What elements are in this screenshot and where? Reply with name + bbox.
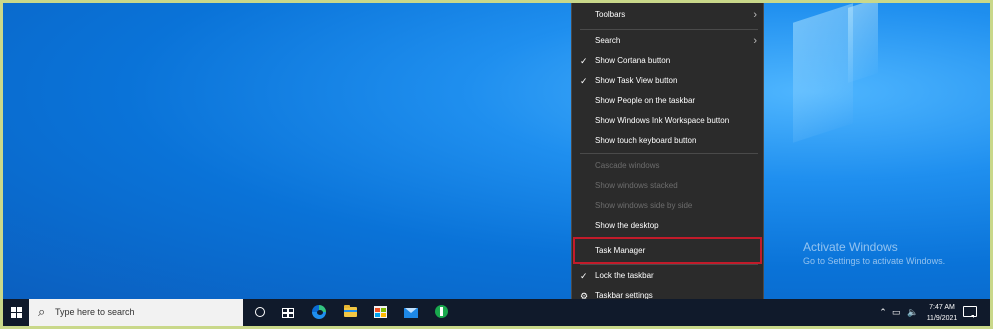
taskbar[interactable]: ⌕ Type here to search ⌃ ▭ 🔈 7:47 AM 11/9…: [3, 299, 990, 326]
menu-item-show-task-view-button[interactable]: ✓ Show Task View button: [572, 72, 763, 90]
menu-item-label: Show touch keyboard button: [595, 136, 697, 145]
windows-logo-icon: [11, 307, 22, 318]
checkmark-icon: ✓: [580, 56, 588, 66]
activate-windows-watermark: Activate Windows Go to Settings to activ…: [803, 240, 945, 266]
mail-taskbar-button[interactable]: [398, 299, 424, 326]
cortana-icon: [255, 307, 265, 317]
menu-separator: [580, 153, 758, 154]
search-placeholder: Type here to search: [55, 307, 135, 317]
menu-item-label: Show Windows Ink Workspace button: [595, 116, 730, 125]
file-explorer-icon: [344, 305, 357, 317]
store-icon: [374, 306, 387, 318]
desktop[interactable]: Activate Windows Go to Settings to activ…: [3, 3, 990, 299]
watermark-title: Activate Windows: [803, 240, 898, 254]
menu-item-label: Show Task View button: [595, 76, 678, 85]
taskbar-clock[interactable]: 7:47 AM 11/9/2021: [922, 302, 962, 324]
clock-date: 11/9/2021: [926, 315, 958, 322]
clock-time: 7:47 AM: [929, 304, 955, 311]
file-explorer-taskbar-button[interactable]: [337, 299, 363, 326]
menu-item-show-ink-workspace[interactable]: Show Windows Ink Workspace button: [572, 112, 763, 130]
volume-button[interactable]: 🔈: [907, 299, 921, 326]
menu-item-label: Cascade windows: [595, 161, 660, 170]
store-taskbar-button[interactable]: [367, 299, 393, 326]
menu-separator: [580, 264, 758, 265]
search-icon: ⌕: [38, 304, 46, 319]
screen: Activate Windows Go to Settings to activ…: [3, 3, 990, 326]
wallpaper-light-shard: [848, 3, 878, 83]
show-hidden-icons-button[interactable]: ⌃: [877, 299, 889, 326]
start-button[interactable]: [3, 299, 29, 326]
network-icon: ▭: [892, 307, 901, 317]
menu-item-label: Lock the taskbar: [595, 271, 654, 280]
menu-item-label: Search: [595, 36, 621, 45]
notification-center-icon[interactable]: [963, 306, 977, 318]
menu-item-show-cortana-button[interactable]: ✓ Show Cortana button: [572, 52, 763, 70]
taskbar-search-box[interactable]: ⌕ Type here to search: [29, 299, 243, 326]
menu-item-show-people[interactable]: Show People on the taskbar: [572, 92, 763, 110]
menu-item-cascade-windows: Cascade windows: [572, 157, 763, 175]
task-view-button[interactable]: [275, 299, 301, 326]
menu-item-task-manager[interactable]: Task Manager: [572, 242, 763, 260]
menu-item-show-touch-keyboard[interactable]: Show touch keyboard button: [572, 132, 763, 150]
edge-taskbar-button[interactable]: [306, 299, 332, 326]
volume-icon: 🔈: [907, 307, 919, 317]
menu-item-show-the-desktop[interactable]: Show the desktop: [572, 217, 763, 235]
wallpaper-light-shard: [793, 3, 853, 143]
menu-item-label: Show windows side by side: [595, 201, 693, 210]
app-icon: [435, 305, 448, 318]
menu-item-label: Show windows stacked: [595, 181, 678, 190]
edge-icon: [312, 305, 326, 319]
menu-item-show-windows-stacked: Show windows stacked: [572, 177, 763, 195]
menu-item-lock-the-taskbar[interactable]: ✓ Lock the taskbar: [572, 267, 763, 285]
chevron-right-icon: ›: [753, 35, 757, 47]
checkmark-icon: ✓: [580, 271, 588, 281]
menu-item-label: Show the desktop: [595, 221, 659, 230]
taskbar-context-menu: Toolbars › Search › ✓ Show Cortana butto…: [571, 3, 764, 312]
menu-item-search[interactable]: Search ›: [572, 32, 763, 50]
menu-separator: [580, 29, 758, 30]
network-button[interactable]: ▭: [892, 299, 906, 326]
menu-item-label: Show Cortana button: [595, 56, 671, 65]
menu-item-toolbars[interactable]: Toolbars ›: [572, 6, 763, 24]
menu-item-label: Show People on the taskbar: [595, 96, 696, 105]
checkmark-icon: ✓: [580, 76, 588, 86]
menu-item-label: Toolbars: [595, 10, 626, 19]
watermark-subtitle: Go to Settings to activate Windows.: [803, 256, 946, 266]
mail-icon: [404, 308, 418, 318]
menu-item-show-windows-side-by-side: Show windows side by side: [572, 197, 763, 215]
task-view-icon: [282, 308, 294, 318]
cortana-button[interactable]: [247, 299, 273, 326]
menu-item-label: Task Manager: [595, 246, 646, 255]
chevron-right-icon: ›: [753, 9, 757, 21]
chevron-up-icon: ⌃: [879, 307, 887, 317]
app-taskbar-button[interactable]: [428, 299, 454, 326]
